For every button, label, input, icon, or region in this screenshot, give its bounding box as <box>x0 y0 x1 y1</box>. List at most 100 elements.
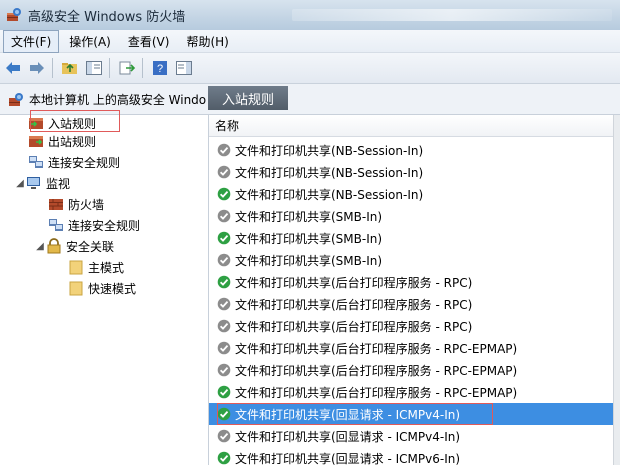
export-list-icon <box>119 61 136 75</box>
toolbar-separator <box>52 58 53 78</box>
disabled-check-icon <box>217 363 231 377</box>
tree-item-outbound-rules[interactable]: 出站规则 <box>28 131 96 151</box>
show-hide-tree-icon <box>86 61 102 75</box>
tree-root-label: 本地计算机 上的高级安全 Windo <box>29 93 207 107</box>
tree-item-monitoring[interactable]: ◢ 监视 <box>14 173 70 193</box>
disabled-check-icon <box>217 209 231 223</box>
rule-name: 文件和打印机共享(回显请求 - ICMPv6-In) <box>235 451 461 466</box>
rule-row[interactable]: 文件和打印机共享(NB-Session-In) <box>209 183 613 205</box>
rule-name: 文件和打印机共享(后台打印程序服务 - RPC-EPMAP) <box>235 385 518 400</box>
menu-help[interactable]: 帮助(H) <box>179 31 235 52</box>
rule-row[interactable]: 文件和打印机共享(回显请求 - ICMPv4-In) <box>209 425 613 447</box>
column-header-name[interactable]: 名称 <box>209 115 613 137</box>
vertical-scrollbar[interactable] <box>613 115 620 465</box>
rule-name: 文件和打印机共享(后台打印程序服务 - RPC) <box>235 319 473 334</box>
rule-row[interactable]: 文件和打印机共享(后台打印程序服务 - RPC) <box>209 315 613 337</box>
tree-item-firewall[interactable]: 防火墙 <box>48 194 104 214</box>
highlight-box-selected-rule <box>217 403 493 425</box>
rule-name: 文件和打印机共享(后台打印程序服务 - RPC) <box>235 275 473 290</box>
column-header-label: 名称 <box>215 119 240 133</box>
expand-arrow-icon[interactable]: ◢ <box>34 241 46 252</box>
rule-row[interactable]: 文件和打印机共享(NB-Session-In) <box>209 139 613 161</box>
rule-row[interactable]: 文件和打印机共享(后台打印程序服务 - RPC) <box>209 293 613 315</box>
menu-file[interactable]: 文件(F) <box>3 29 60 53</box>
menu-action[interactable]: 操作(A) <box>62 31 118 52</box>
rule-name: 文件和打印机共享(SMB-In) <box>235 209 383 224</box>
rule-name: 文件和打印机共享(后台打印程序服务 - RPC-EPMAP) <box>235 363 518 378</box>
forward-button[interactable] <box>26 57 48 79</box>
toolbar: ? <box>0 53 620 84</box>
tree-label: 防火墙 <box>68 197 105 212</box>
enabled-check-icon <box>217 187 231 201</box>
rule-row[interactable]: 文件和打印机共享(后台打印程序服务 - RPC) <box>209 271 613 293</box>
rule-name: 文件和打印机共享(后台打印程序服务 - RPC-EPMAP) <box>235 341 518 356</box>
enabled-check-icon <box>217 231 231 245</box>
blurred-titlebar-area <box>292 9 612 21</box>
disabled-check-icon <box>217 297 231 311</box>
folder-icon <box>68 280 84 296</box>
toolbar-separator <box>142 58 143 78</box>
rule-row[interactable]: 文件和打印机共享(后台打印程序服务 - RPC-EPMAP) <box>209 381 613 403</box>
rule-row[interactable]: 文件和打印机共享(后台打印程序服务 - RPC-EPMAP) <box>209 337 613 359</box>
window-title: 高级安全 Windows 防火墙 <box>28 9 186 25</box>
connection-security-icon <box>28 154 44 170</box>
disabled-check-icon <box>217 143 231 157</box>
tree-label: 连接安全规则 <box>48 155 121 170</box>
rule-row[interactable]: 文件和打印机共享(NB-Session-In) <box>209 161 613 183</box>
properties-pane-button[interactable] <box>173 57 195 79</box>
tree-item-connection-security-rules[interactable]: 连接安全规则 <box>28 152 120 172</box>
navigation-tree: 入站规则 出站规则 连接安全规则 ◢ 监视 防火墙 连接安全规则 ◢ 安全关联 … <box>0 110 209 465</box>
rule-name: 文件和打印机共享(NB-Session-In) <box>235 187 424 202</box>
help-button[interactable]: ? <box>149 57 171 79</box>
tree-item-quick-mode[interactable]: 快速模式 <box>68 278 136 298</box>
properties-pane-icon <box>176 61 192 75</box>
rule-row[interactable]: 文件和打印机共享(SMB-In) <box>209 249 613 271</box>
menu-bar: 文件(F) 操作(A) 查看(V) 帮助(H) <box>0 29 620 53</box>
tree-label: 主模式 <box>88 260 125 275</box>
breadcrumb: 入站规则 <box>208 86 289 110</box>
tree-item-main-mode[interactable]: 主模式 <box>68 257 124 277</box>
up-folder-icon <box>62 63 77 74</box>
disabled-check-icon <box>217 429 231 443</box>
enabled-check-icon <box>217 385 231 399</box>
rule-name: 文件和打印机共享(SMB-In) <box>235 231 383 246</box>
disabled-check-icon <box>217 253 231 267</box>
disabled-check-icon <box>217 165 231 179</box>
rule-name: 文件和打印机共享(回显请求 - ICMPv4-In) <box>235 429 461 444</box>
rule-row[interactable]: 文件和打印机共享(SMB-In) <box>209 227 613 249</box>
firewall-brick-icon <box>48 196 64 212</box>
tree-label: 监视 <box>46 176 71 191</box>
back-button[interactable] <box>2 57 24 79</box>
back-arrow-icon <box>6 62 20 74</box>
enabled-check-icon <box>217 275 231 289</box>
tree-label: 安全关联 <box>66 239 115 254</box>
monitoring-icon <box>26 175 42 191</box>
rule-name: 文件和打印机共享(SMB-In) <box>235 253 383 268</box>
firewall-app-icon <box>7 8 21 21</box>
rules-list-pane: 名称 文件和打印机共享(NB-Session-In) 文件和打印机共享(NB-Se… <box>209 115 620 466</box>
expand-arrow-icon[interactable]: ◢ <box>14 178 26 189</box>
tree-label: 连接安全规则 <box>68 218 141 233</box>
enabled-check-icon <box>217 451 231 465</box>
tree-root[interactable]: 本地计算机 上的高级安全 Windo <box>8 91 206 108</box>
export-list-button[interactable] <box>116 57 138 79</box>
forward-arrow-icon <box>30 62 44 74</box>
lock-icon <box>46 238 62 254</box>
disabled-check-icon <box>217 341 231 355</box>
firewall-root-icon <box>9 92 23 106</box>
rule-name: 文件和打印机共享(NB-Session-In) <box>235 165 424 180</box>
title-bar: 高级安全 Windows 防火墙 <box>0 0 620 30</box>
tree-item-security-associations[interactable]: ◢ 安全关联 <box>34 236 114 256</box>
rule-name: 文件和打印机共享(后台打印程序服务 - RPC) <box>235 297 473 312</box>
disabled-check-icon <box>217 319 231 333</box>
rule-row[interactable]: 文件和打印机共享(回显请求 - ICMPv6-In) <box>209 447 613 469</box>
menu-view[interactable]: 查看(V) <box>121 31 177 52</box>
tree-item-monitor-connection-security[interactable]: 连接安全规则 <box>48 215 140 235</box>
rule-row[interactable]: 文件和打印机共享(后台打印程序服务 - RPC-EPMAP) <box>209 359 613 381</box>
svg-text:?: ? <box>157 63 163 75</box>
rule-row[interactable]: 文件和打印机共享(SMB-In) <box>209 205 613 227</box>
show-hide-tree-button[interactable] <box>83 57 105 79</box>
connection-security-icon <box>48 217 64 233</box>
help-icon: ? <box>153 61 167 75</box>
up-one-level-button[interactable] <box>59 57 81 79</box>
